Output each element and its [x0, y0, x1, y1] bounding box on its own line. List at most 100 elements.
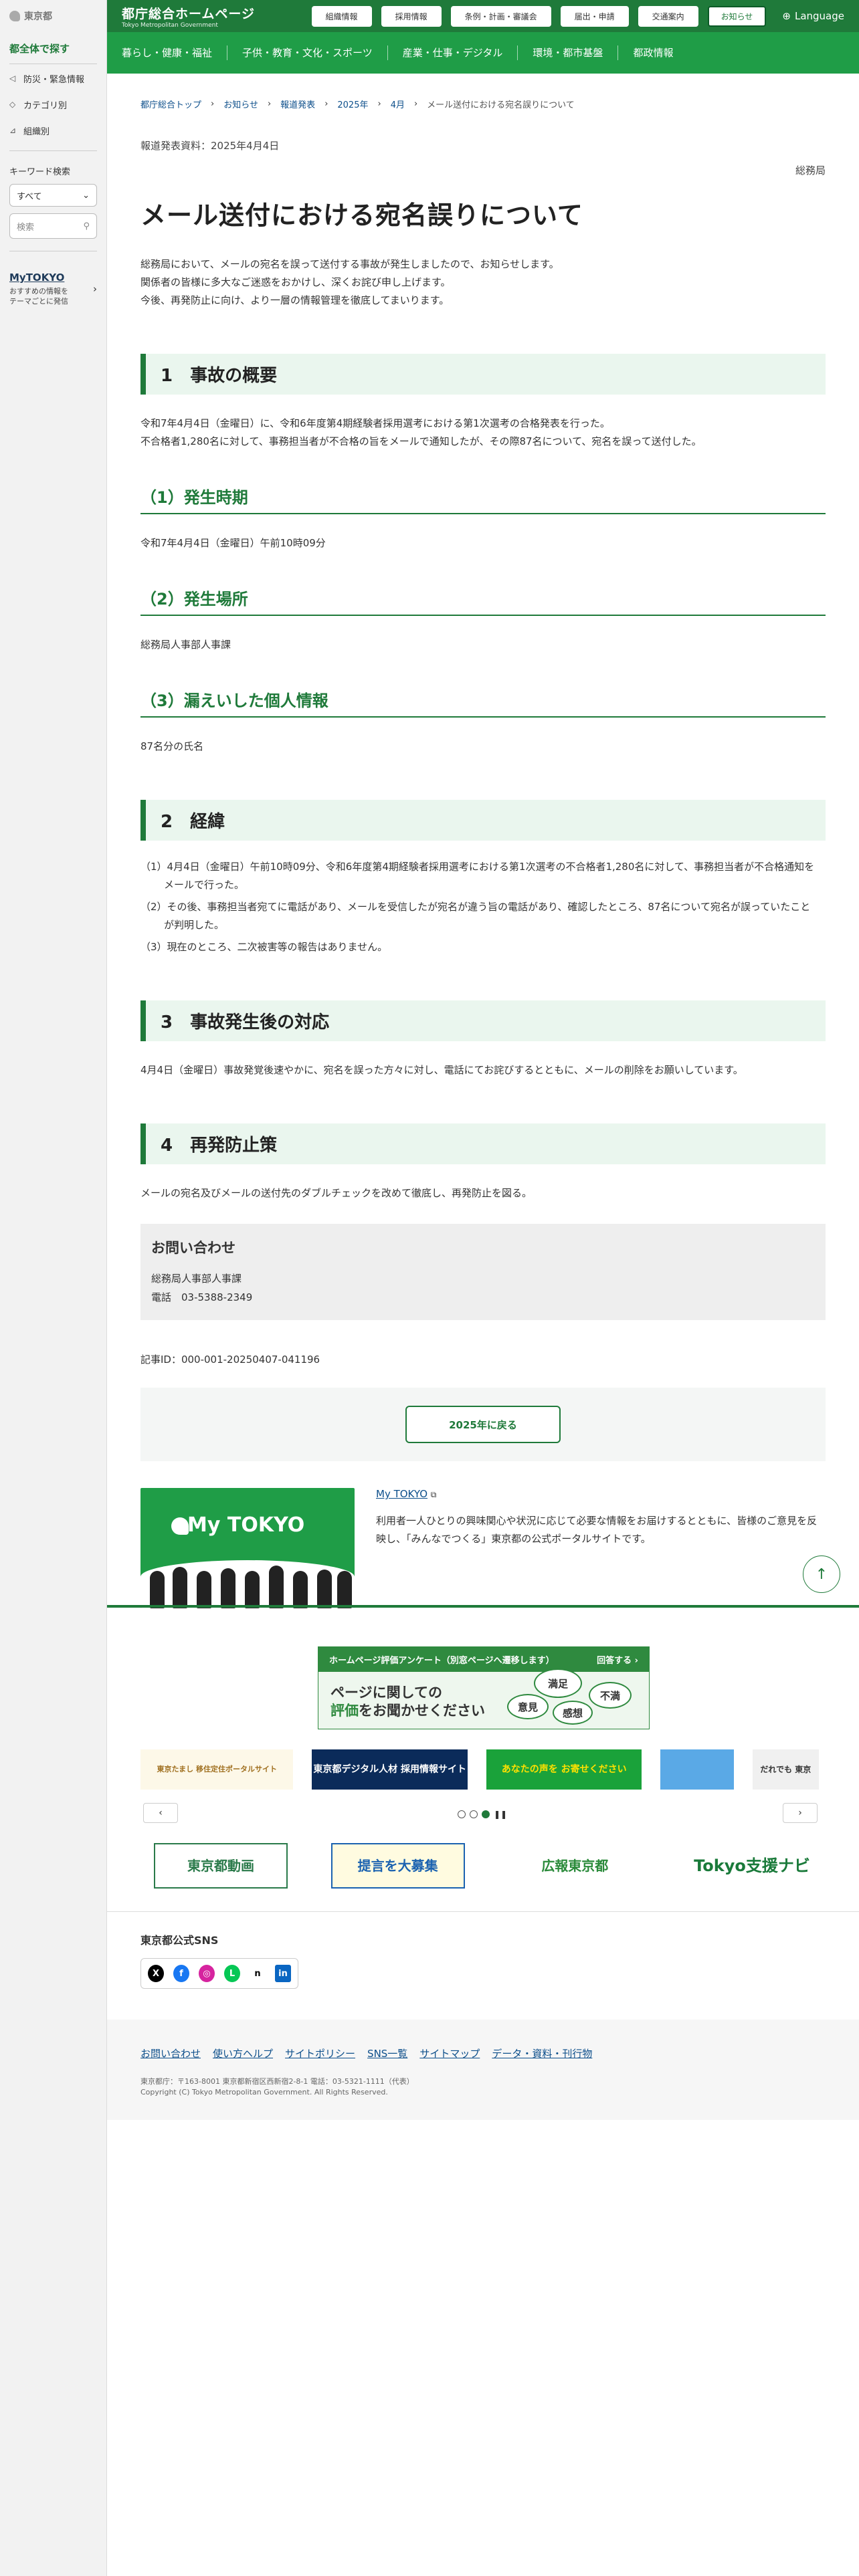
search-icon[interactable]: ⚲ [83, 221, 90, 231]
breadcrumb-link[interactable]: 都庁総合トップ [140, 98, 201, 110]
search-placeholder: 検索 [17, 222, 35, 233]
sidebar-item-label: 組織別 [23, 127, 50, 137]
nav-news[interactable]: お知らせ [707, 5, 767, 27]
carousel-dot[interactable] [482, 1810, 490, 1818]
survey-banner[interactable]: ホームページ評価アンケート（別窓ページへ遷移します） 回答する › ページに関して… [318, 1646, 650, 1729]
list-item: （1）4月4日（金曜日）午前10時09分、令和6年度第4期経験者採用選考における… [140, 861, 815, 891]
site-title: 都庁総合ホームページ [122, 6, 256, 21]
footer-link[interactable]: サイトポリシー [285, 2046, 355, 2060]
paragraph: 4月4日（金曜日）事故発覚後速やかに、宛名を誤った方々に対し、電話にてお詫びする… [140, 1064, 743, 1076]
chevron-right-icon: › [798, 1808, 802, 1818]
nav-ordinances[interactable]: 条例・計画・審議会 [450, 5, 551, 27]
chevron-right-icon: › [267, 99, 272, 109]
paragraph: 令和7年4月4日（金曜日）に、令和6年度第4期経験者採用選考における第1次選考の… [140, 415, 826, 451]
chevron-right-icon: › [377, 99, 381, 109]
survey-text-highlight: 評価 [330, 1703, 359, 1719]
back-button[interactable]: 2025年に戻る [405, 1406, 561, 1443]
survey-answer: 回答する › [597, 1656, 638, 1666]
global-nav: 暮らし・健康・福祉 子供・教育・文化・スポーツ 産業・仕事・デジタル 環境・都市… [107, 32, 859, 74]
footer-link[interactable]: 使い方ヘルプ [213, 2046, 273, 2060]
breadcrumb-current: メール送付における宛名誤りについて [427, 100, 575, 110]
nav-access[interactable]: 交通案内 [638, 5, 698, 27]
banner-support-navi[interactable]: Tokyo支援ナビ [685, 1843, 819, 1889]
crowd-illustration [140, 1560, 355, 1608]
org-icon: ⊿ [9, 126, 17, 135]
globe-icon: ⊕ [782, 10, 791, 22]
instagram-icon[interactable]: ◎ [199, 1965, 215, 1982]
subsection-heading: （1）発生時期 [140, 484, 826, 514]
text-line: 不合格者1,280名に対して、事務担当者が不合格の旨をメールで通知したが、その際… [140, 435, 702, 447]
sidebar-item-disaster[interactable]: ◁ 防災・緊急情報 [9, 72, 97, 86]
gnav-living[interactable]: 暮らし・健康・福祉 [107, 45, 228, 60]
breadcrumb-link[interactable]: 2025年 [337, 98, 368, 110]
mytokyo-image[interactable]: My TOKYO [140, 1488, 355, 1608]
gnav-government[interactable]: 都政情報 [618, 45, 688, 60]
banner-item[interactable]: だれでも 東京 [752, 1749, 819, 1790]
footer-link[interactable]: お問い合わせ [140, 2046, 201, 2060]
pause-icon[interactable]: ❚❚ [494, 1810, 507, 1819]
footer-link[interactable]: サイトマップ [419, 2046, 480, 2060]
sidebar-item-category[interactable]: ◇ カテゴリ別 [9, 98, 97, 112]
carousel-dot[interactable] [458, 1810, 466, 1818]
facebook-icon[interactable]: f [173, 1965, 189, 1982]
chevron-right-icon: › [413, 99, 418, 109]
note-icon[interactable]: n [250, 1965, 266, 1982]
next-button[interactable]: › [783, 1803, 818, 1823]
banner-tokyo-video[interactable]: 東京都動画 [154, 1843, 288, 1889]
footer-links: お問い合わせ 使い方ヘルプ サイトポリシー SNS一覧 サイトマップ データ・資… [140, 2046, 826, 2060]
breadcrumb-link[interactable]: お知らせ [223, 98, 258, 110]
select-value: すべて [17, 191, 42, 202]
contact-tel: 電話 03-5388-2349 [151, 1291, 253, 1303]
timeline-list: （1）4月4日（金曜日）午前10時09分、令和6年度第4期経験者採用選考における… [140, 858, 826, 956]
department: 総務局 [795, 165, 826, 177]
nav-applications[interactable]: 届出・申請 [560, 5, 629, 27]
banner-item[interactable] [660, 1749, 734, 1790]
carousel-controls: ‹ ❚❚ › [140, 1803, 819, 1824]
survey-header: ホームページ評価アンケート（別窓ページへ遷移します） [329, 1656, 555, 1666]
nav-organization[interactable]: 組織情報 [311, 5, 372, 27]
linkedin-icon[interactable]: in [275, 1965, 291, 1982]
gnav-industry[interactable]: 産業・仕事・デジタル [388, 45, 518, 60]
language-button[interactable]: ⊕ Language [782, 10, 844, 22]
x-icon[interactable]: X [148, 1965, 164, 1982]
line-icon[interactable]: L [224, 1965, 240, 1982]
banner-item[interactable]: あなたの声を お寄せください [486, 1749, 642, 1790]
nav-recruitment[interactable]: 採用情報 [381, 5, 442, 27]
tokyo-logo[interactable]: 東京都 [9, 9, 97, 23]
sidebar-item-organization[interactable]: ⊿ 組織別 [9, 124, 97, 138]
search-input[interactable]: 検索 ⚲ [9, 213, 97, 239]
gnav-education[interactable]: 子供・教育・文化・スポーツ [227, 45, 388, 60]
site-logo[interactable]: 都庁総合ホームページ Tokyo Metropolitan Government [122, 4, 255, 29]
tag-icon: ◇ [9, 100, 16, 109]
keyword-search-label: キーワード検索 [9, 167, 71, 177]
footer-link[interactable]: データ・資料・刊行物 [492, 2046, 592, 2060]
mytokyo-link[interactable]: My TOKYO [376, 1488, 427, 1500]
chevron-right-icon: › [93, 283, 97, 295]
footer-link[interactable]: SNS一覧 [367, 2046, 407, 2060]
site-header: 都庁総合ホームページ Tokyo Metropolitan Government … [107, 0, 859, 32]
banner-proposal[interactable]: 提言を大募集 [330, 1843, 465, 1889]
mytokyo-sidebar-link[interactable]: MyTOKYO おすすめの情報を テーマごとに発信 › [9, 272, 97, 306]
banner-item[interactable]: 東京都デジタル人材 採用情報サイト [312, 1749, 468, 1790]
person-figure [221, 1568, 235, 1608]
footer-address: 東京都庁：〒163-8001 東京都新宿区西新宿2-8-1 電話：03-5321… [140, 2077, 414, 2086]
person-figure [317, 1570, 332, 1608]
back-to-top-button[interactable]: ↑ [803, 1555, 840, 1593]
person-figure [173, 1567, 187, 1608]
article-id: 記事ID：000-001-20250407-041196 [140, 1354, 320, 1366]
tokyo-emblem-icon [9, 11, 20, 21]
breadcrumb-link[interactable]: 報道発表 [280, 98, 315, 110]
banner-item[interactable]: 東京たまし 移住定住ポータルサイト [140, 1749, 294, 1790]
text-line: 令和7年4月4日（金曜日）に、令和6年度第4期経験者採用選考における第1次選考の… [140, 417, 610, 429]
copyright: Copyright (C) Tokyo Metropolitan Governm… [140, 2088, 388, 2097]
gnav-environment[interactable]: 環境・都市基盤 [518, 45, 619, 60]
section-heading: 3 事故発生後の対応 [140, 1000, 826, 1041]
carousel-dot[interactable] [470, 1810, 478, 1818]
search-scope-select[interactable]: すべて ⌄ [9, 184, 97, 207]
banner-koho-tokyo[interactable]: 広報東京都 [508, 1843, 642, 1889]
prev-button[interactable]: ‹ [143, 1803, 178, 1823]
sns-section: 東京都公式SNS X f ◎ L n in [140, 1931, 298, 1989]
tokyo-emblem-icon [171, 1517, 189, 1535]
person-figure [337, 1571, 352, 1608]
breadcrumb-link[interactable]: 4月 [391, 98, 405, 110]
